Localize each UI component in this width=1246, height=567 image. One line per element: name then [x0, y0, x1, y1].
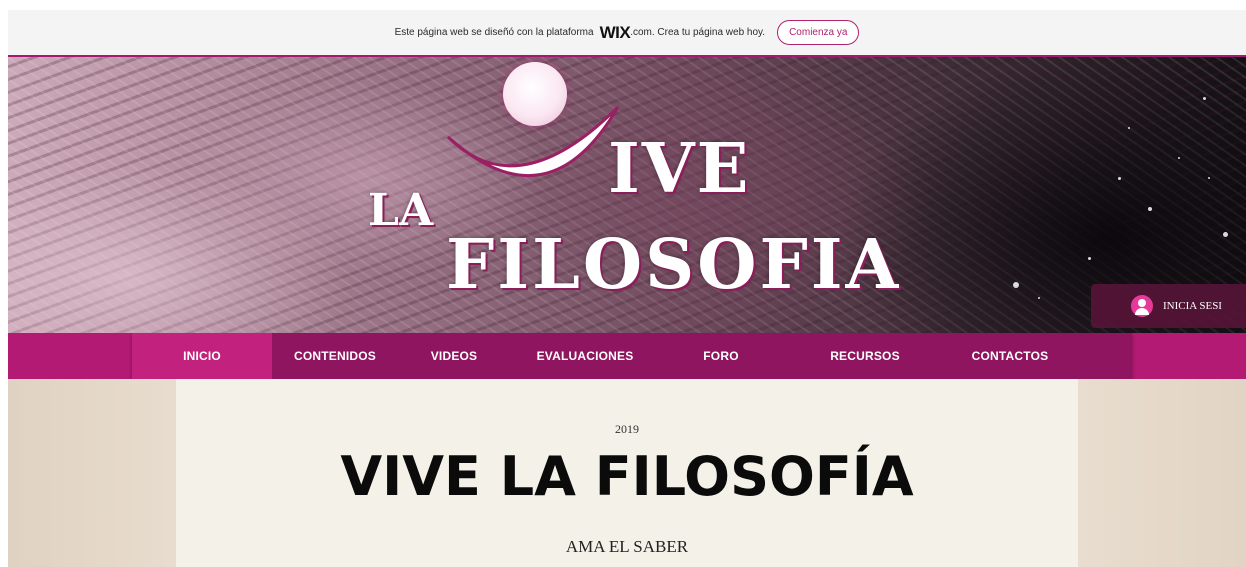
nav-item-recursos[interactable]: RECURSOS — [782, 333, 948, 379]
start-now-button[interactable]: Comienza ya — [777, 20, 860, 45]
nav-item-evaluaciones[interactable]: EVALUACIONES — [510, 333, 660, 379]
login-button[interactable]: INICIA SESI — [1091, 284, 1246, 328]
user-icon — [1131, 295, 1153, 317]
logo-text-ive: IVE — [608, 129, 751, 209]
main-nav: INICIO CONTENIDOS VIDEOS EVALUACIONES FO… — [132, 333, 1132, 379]
wix-banner-text-after: .com. Crea tu página web hoy. — [630, 27, 766, 38]
logo-text-la: LA — [368, 185, 434, 236]
nav-item-videos[interactable]: VIDEOS — [398, 333, 510, 379]
nav-item-contactos[interactable]: CONTACTOS — [948, 333, 1072, 379]
hero-banner: IVE LA FILOSOFIA INICIA SESI — [8, 57, 1246, 333]
page-subtitle: AMA EL SABER — [565, 537, 689, 556]
wix-logo: WIX — [599, 22, 631, 42]
wix-promo-banner: Este página web se diseñó con la platafo… — [8, 10, 1246, 57]
main-content-panel: 2019 VIVE LA FILOSOFÍA AMA EL SABER — [176, 379, 1078, 567]
nav-item-foro[interactable]: FORO — [660, 333, 782, 379]
browser-viewport: Este página web se diseñó con la platafo… — [8, 10, 1246, 567]
year-label: 2019 — [615, 422, 639, 436]
nav-item-contenidos[interactable]: CONTENIDOS — [272, 333, 398, 379]
page-title: VIVE LA FILOSOFÍA — [340, 445, 914, 508]
wix-banner-text-before: Este página web se diseñó con la platafo… — [394, 27, 594, 38]
login-label: INICIA SESI — [1163, 300, 1222, 312]
nav-item-inicio[interactable]: INICIO — [132, 333, 272, 379]
site-logo[interactable]: IVE LA FILOSOFIA — [358, 57, 898, 333]
logo-text-filosofia: FILOSOFIA — [446, 225, 902, 305]
